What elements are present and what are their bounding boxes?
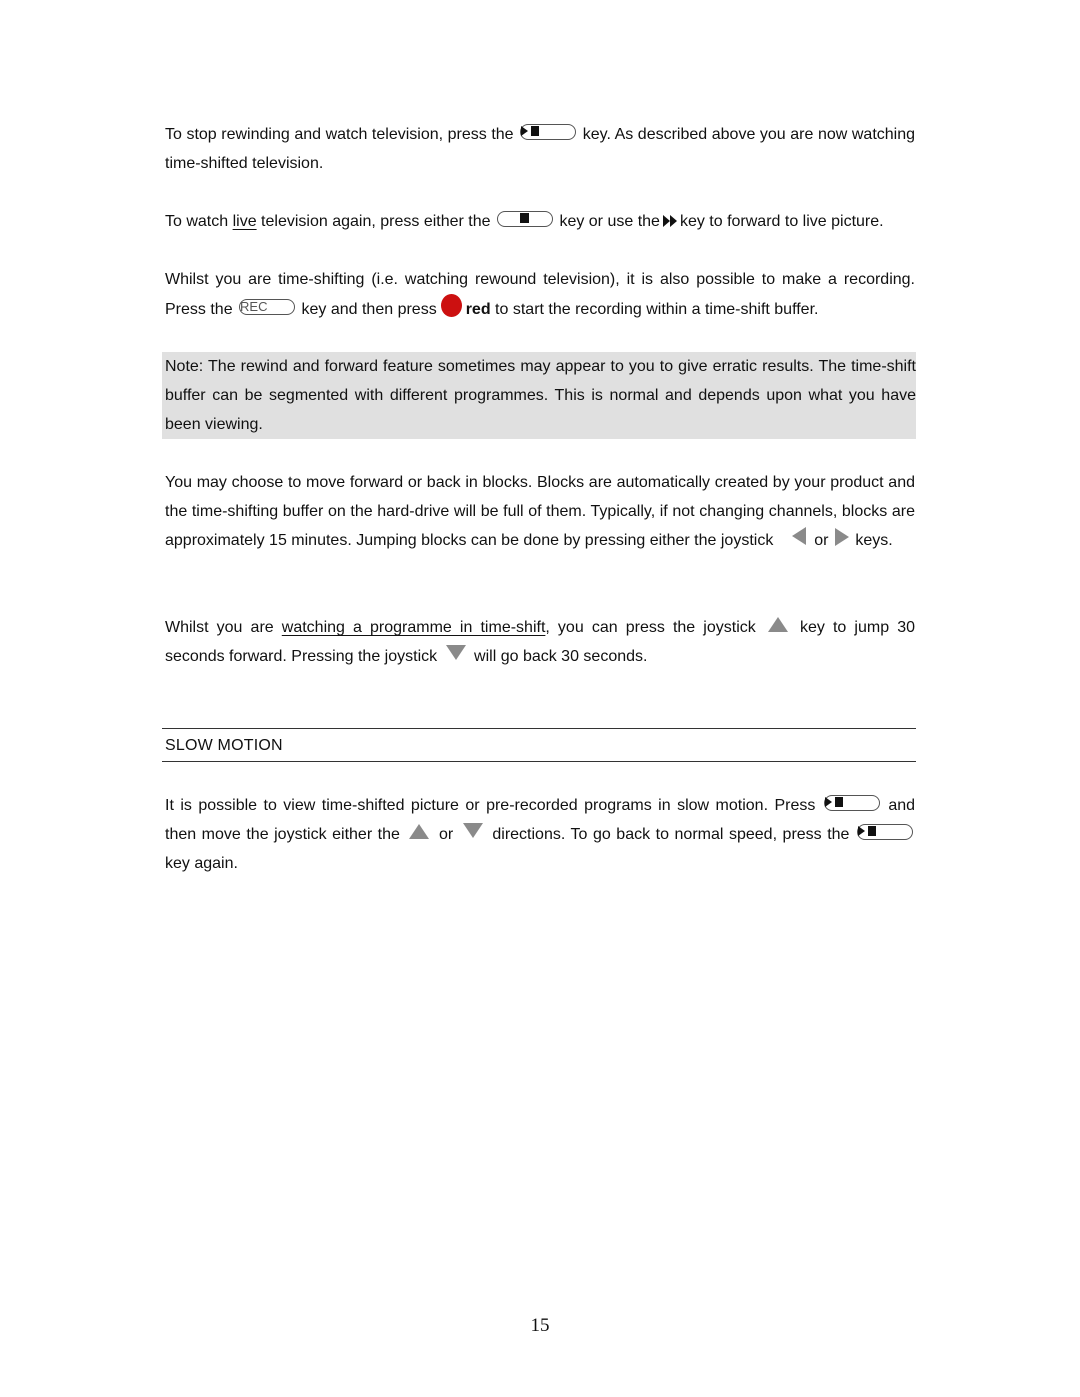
section-heading: SLOW MOTION	[165, 737, 283, 754]
text: will go back 30 seconds.	[474, 648, 648, 665]
paragraph-watch-live: To watch live television again, press ei…	[165, 207, 915, 237]
text: keys.	[855, 532, 893, 549]
red-label: red	[465, 301, 491, 318]
joystick-left-icon	[791, 527, 806, 545]
timeshift-reference: watching a programme in time-shift	[281, 619, 546, 636]
page-number: 15	[530, 1315, 550, 1336]
text: directions. To go back to normal speed, …	[492, 826, 850, 843]
fast-forward-icon	[662, 208, 677, 237]
play-pause-key-icon	[857, 824, 914, 840]
paragraph-stop-rewind: To stop rewinding and watch television, …	[165, 120, 915, 178]
rec-key-icon: REC	[239, 299, 296, 315]
text: It is possible to view time-shifted pict…	[165, 797, 816, 814]
live-emphasis: live	[232, 213, 257, 230]
text: key to forward to live picture.	[679, 213, 884, 230]
text: key and then press	[301, 301, 437, 318]
stop-key-icon	[496, 211, 553, 227]
note-box: Note: The rewind and forward feature som…	[162, 352, 916, 439]
text: to start the recording within a time-shi…	[490, 301, 819, 318]
play-pause-key-icon	[520, 124, 577, 140]
paragraph-jump-30: Whilst you are watching a programme in t…	[165, 613, 915, 671]
text: television again, press either the	[256, 213, 491, 230]
text: , you can press the joystick	[545, 619, 756, 636]
paragraph-slow-motion: It is possible to view time-shifted pict…	[165, 791, 915, 878]
joystick-up-icon	[767, 617, 788, 632]
section-divider-bottom	[162, 761, 916, 762]
text: or	[814, 532, 829, 549]
text: To stop rewinding and watch television, …	[165, 126, 514, 143]
paragraph-record-timeshift: Whilst you are time-shifting (i.e. watch…	[165, 265, 915, 324]
text: Whilst you are	[165, 619, 282, 636]
play-pause-key-icon	[823, 795, 880, 811]
note-text: Note: The rewind and forward feature som…	[165, 358, 916, 433]
joystick-up-icon	[409, 824, 430, 839]
text: To watch	[165, 213, 233, 230]
section-divider-top	[162, 728, 916, 729]
joystick-right-icon	[834, 528, 849, 546]
paragraph-blocks: You may choose to move forward or back i…	[165, 468, 915, 555]
red-button-icon	[440, 294, 462, 317]
text: key or use the	[559, 213, 660, 230]
joystick-down-icon	[445, 645, 466, 660]
text: key again.	[165, 855, 238, 872]
joystick-down-icon	[462, 823, 483, 838]
text: or	[439, 826, 454, 843]
